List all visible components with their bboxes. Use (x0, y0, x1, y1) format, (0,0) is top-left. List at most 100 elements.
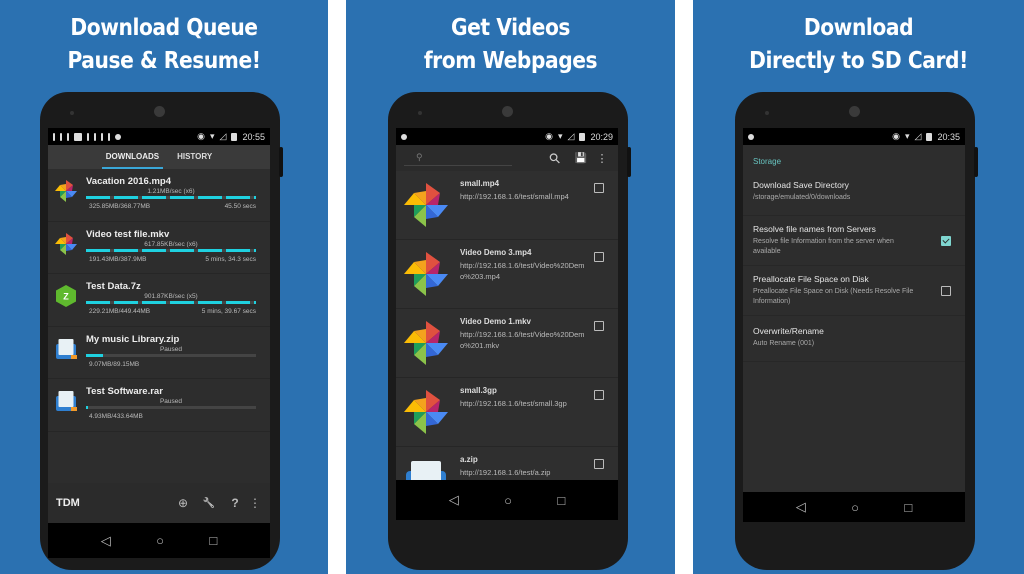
tab-history[interactable]: HISTORY (173, 145, 216, 169)
video-url: http://192.168.1.6/test/small.3gp (460, 399, 567, 408)
wifi-icon: ▾ (210, 131, 215, 141)
settings-list: Download Save Directory /storage/emulate… (743, 170, 965, 362)
video-url: http://192.168.1.6/test/small.mp4 (460, 192, 569, 201)
select-checkbox[interactable] (594, 183, 604, 193)
more-options-icon[interactable]: ⋮ (594, 152, 610, 165)
add-download-icon[interactable]: ⊕ (170, 496, 196, 510)
status-time: 20:35 (937, 131, 960, 142)
download-item[interactable]: My music Library.zip Paused 9.07MB/89.15… (48, 327, 270, 379)
phone-frame: ◉ ▾ ◿ 20:35 Storage Download Save Direct… (735, 92, 978, 570)
video-item[interactable]: small.3gp http://192.168.1.6/test/small.… (396, 378, 618, 447)
download-speed: 617.85KB/sec (x6) (144, 240, 198, 248)
download-item[interactable]: Z Test Data.7z 901.87KB/sec (x5) 229.21M… (48, 274, 270, 327)
pinwheel-icon (404, 183, 448, 227)
setting-item[interactable]: Download Save Directory /storage/emulate… (743, 170, 965, 216)
recents-button[interactable]: □ (557, 493, 565, 508)
download-list: Vacation 2016.mp4 1.21MB/sec (x6) 325.85… (48, 169, 270, 432)
select-checkbox[interactable] (594, 390, 604, 400)
setting-checkbox[interactable] (941, 235, 951, 246)
download-item[interactable]: Test Software.rar Paused 4.93MB/433.64MB (48, 379, 270, 432)
download-eta: 5 mins, 34.3 secs (205, 255, 256, 263)
no-signal-icon: ◿ (914, 131, 922, 141)
home-button[interactable]: ○ (851, 500, 859, 515)
select-checkbox[interactable] (594, 321, 604, 331)
select-checkbox[interactable] (594, 252, 604, 262)
download-name: Test Software.rar (86, 386, 163, 397)
download-progress-bar (86, 301, 256, 304)
headline-line-1: Get Videos (450, 15, 571, 41)
search-toolbar: ⚲ ⚲ 💾 ⋮ (396, 145, 618, 171)
video-name: small.3gp (460, 386, 497, 395)
nav-bar: ◁ ○ □ (396, 480, 618, 520)
no-signal-icon: ◿ (219, 131, 227, 141)
android-debug-icon (115, 133, 121, 140)
archive-box-icon (56, 391, 77, 411)
pinwheel-icon (404, 390, 448, 434)
phone-side-button (279, 147, 283, 177)
video-item[interactable]: a.zip http://192.168.1.6/test/a.zip (396, 447, 618, 480)
headline-line-2: Pause & Resume! (67, 48, 261, 74)
setting-item[interactable]: Preallocate File Space on Disk Prealloca… (743, 266, 965, 316)
download-item[interactable]: Vacation 2016.mp4 1.21MB/sec (x6) 325.85… (48, 169, 270, 222)
video-name: Video Demo 1.mkv (460, 317, 531, 326)
back-button[interactable]: ◁ (101, 533, 111, 549)
app-title: TDM (56, 497, 80, 509)
home-button[interactable]: ○ (156, 533, 164, 548)
vibrate-icon: ◉ (197, 131, 206, 141)
status-bar: ◉ ▾ ◿ 20:55 (48, 128, 270, 145)
video-item[interactable]: Video Demo 3.mp4 http://192.168.1.6/test… (396, 240, 618, 309)
phone-frame: ◉ ▾ ◿ 20:29 ⚲ ⚲ 💾 ⋮ small.mp4 http://192… (388, 92, 631, 570)
download-size: 191.43MB/387.9MB (89, 255, 147, 263)
vibrate-icon: ◉ (892, 131, 901, 141)
setting-summary: Resolve file Information from the server… (753, 238, 894, 255)
headline-line-2: Directly to SD Card! (749, 48, 968, 74)
phone-camera (849, 106, 860, 117)
recents-button[interactable]: □ (904, 500, 912, 515)
setting-item[interactable]: Resolve file names from Servers Resolve … (743, 216, 965, 266)
search-icon[interactable]: ⚲ (540, 143, 570, 173)
phone-sensor (70, 111, 74, 115)
wifi-icon: ▾ (905, 131, 910, 141)
phone-sensor (765, 111, 769, 115)
setting-checkbox[interactable] (941, 285, 951, 296)
video-item[interactable]: small.mp4 http://192.168.1.6/test/small.… (396, 171, 618, 240)
download-size: 325.85MB/368.77MB (89, 203, 151, 210)
download-name: Video test file.mkv (86, 228, 170, 240)
nav-bar: ◁ ○ □ (743, 492, 965, 522)
download-notification-icon (53, 132, 55, 141)
phone-screen: ◉ ▾ ◿ 20:35 Storage Download Save Direct… (743, 128, 965, 492)
android-debug-icon (401, 133, 407, 140)
save-icon[interactable]: 💾 (568, 153, 594, 164)
download-item[interactable]: Video test file.mkv 617.85KB/sec (x6) 19… (48, 222, 270, 274)
setting-item[interactable]: Overwrite/Rename Auto Rename (001) (743, 316, 965, 362)
back-button[interactable]: ◁ (796, 499, 806, 515)
wrench-icon[interactable]: 🔧 (196, 498, 222, 509)
setting-title: Preallocate File Space on Disk (753, 274, 869, 284)
phone-camera (502, 106, 513, 117)
tab-downloads[interactable]: DOWNLOADS (101, 145, 164, 169)
more-options-icon[interactable]: ⋮ (248, 496, 262, 510)
headline: Get Videos from Webpages (366, 12, 656, 78)
battery-icon (926, 132, 933, 141)
recents-button[interactable]: □ (209, 533, 217, 548)
pinwheel-icon (404, 252, 448, 296)
video-item[interactable]: Video Demo 1.mkv http://192.168.1.6/test… (396, 309, 618, 378)
help-icon[interactable]: ? (222, 496, 248, 510)
archive-box-icon (406, 461, 446, 480)
home-button[interactable]: ○ (504, 493, 512, 508)
download-speed: Paused (159, 345, 183, 353)
panel-download-queue: Download Queue Pause & Resume! ◉ ▾ ◿ 20:… (0, 0, 328, 574)
search-input[interactable]: ⚲ (404, 150, 512, 166)
panel-get-videos: Get Videos from Webpages ◉ ▾ ◿ 20:29 ⚲ ⚲… (346, 0, 675, 574)
wifi-icon: ▾ (558, 131, 563, 141)
video-name: small.mp4 (460, 179, 500, 188)
svg-text:Z: Z (63, 292, 69, 302)
download-speed: Paused (159, 398, 183, 405)
phone-camera (154, 106, 165, 117)
phone-side-button (974, 147, 978, 177)
back-button[interactable]: ◁ (449, 492, 459, 508)
select-checkbox[interactable] (594, 459, 604, 469)
download-notification-icon (101, 132, 103, 141)
setting-title: Overwrite/Rename (753, 326, 824, 336)
download-size: 9.07MB/89.15MB (89, 360, 140, 368)
